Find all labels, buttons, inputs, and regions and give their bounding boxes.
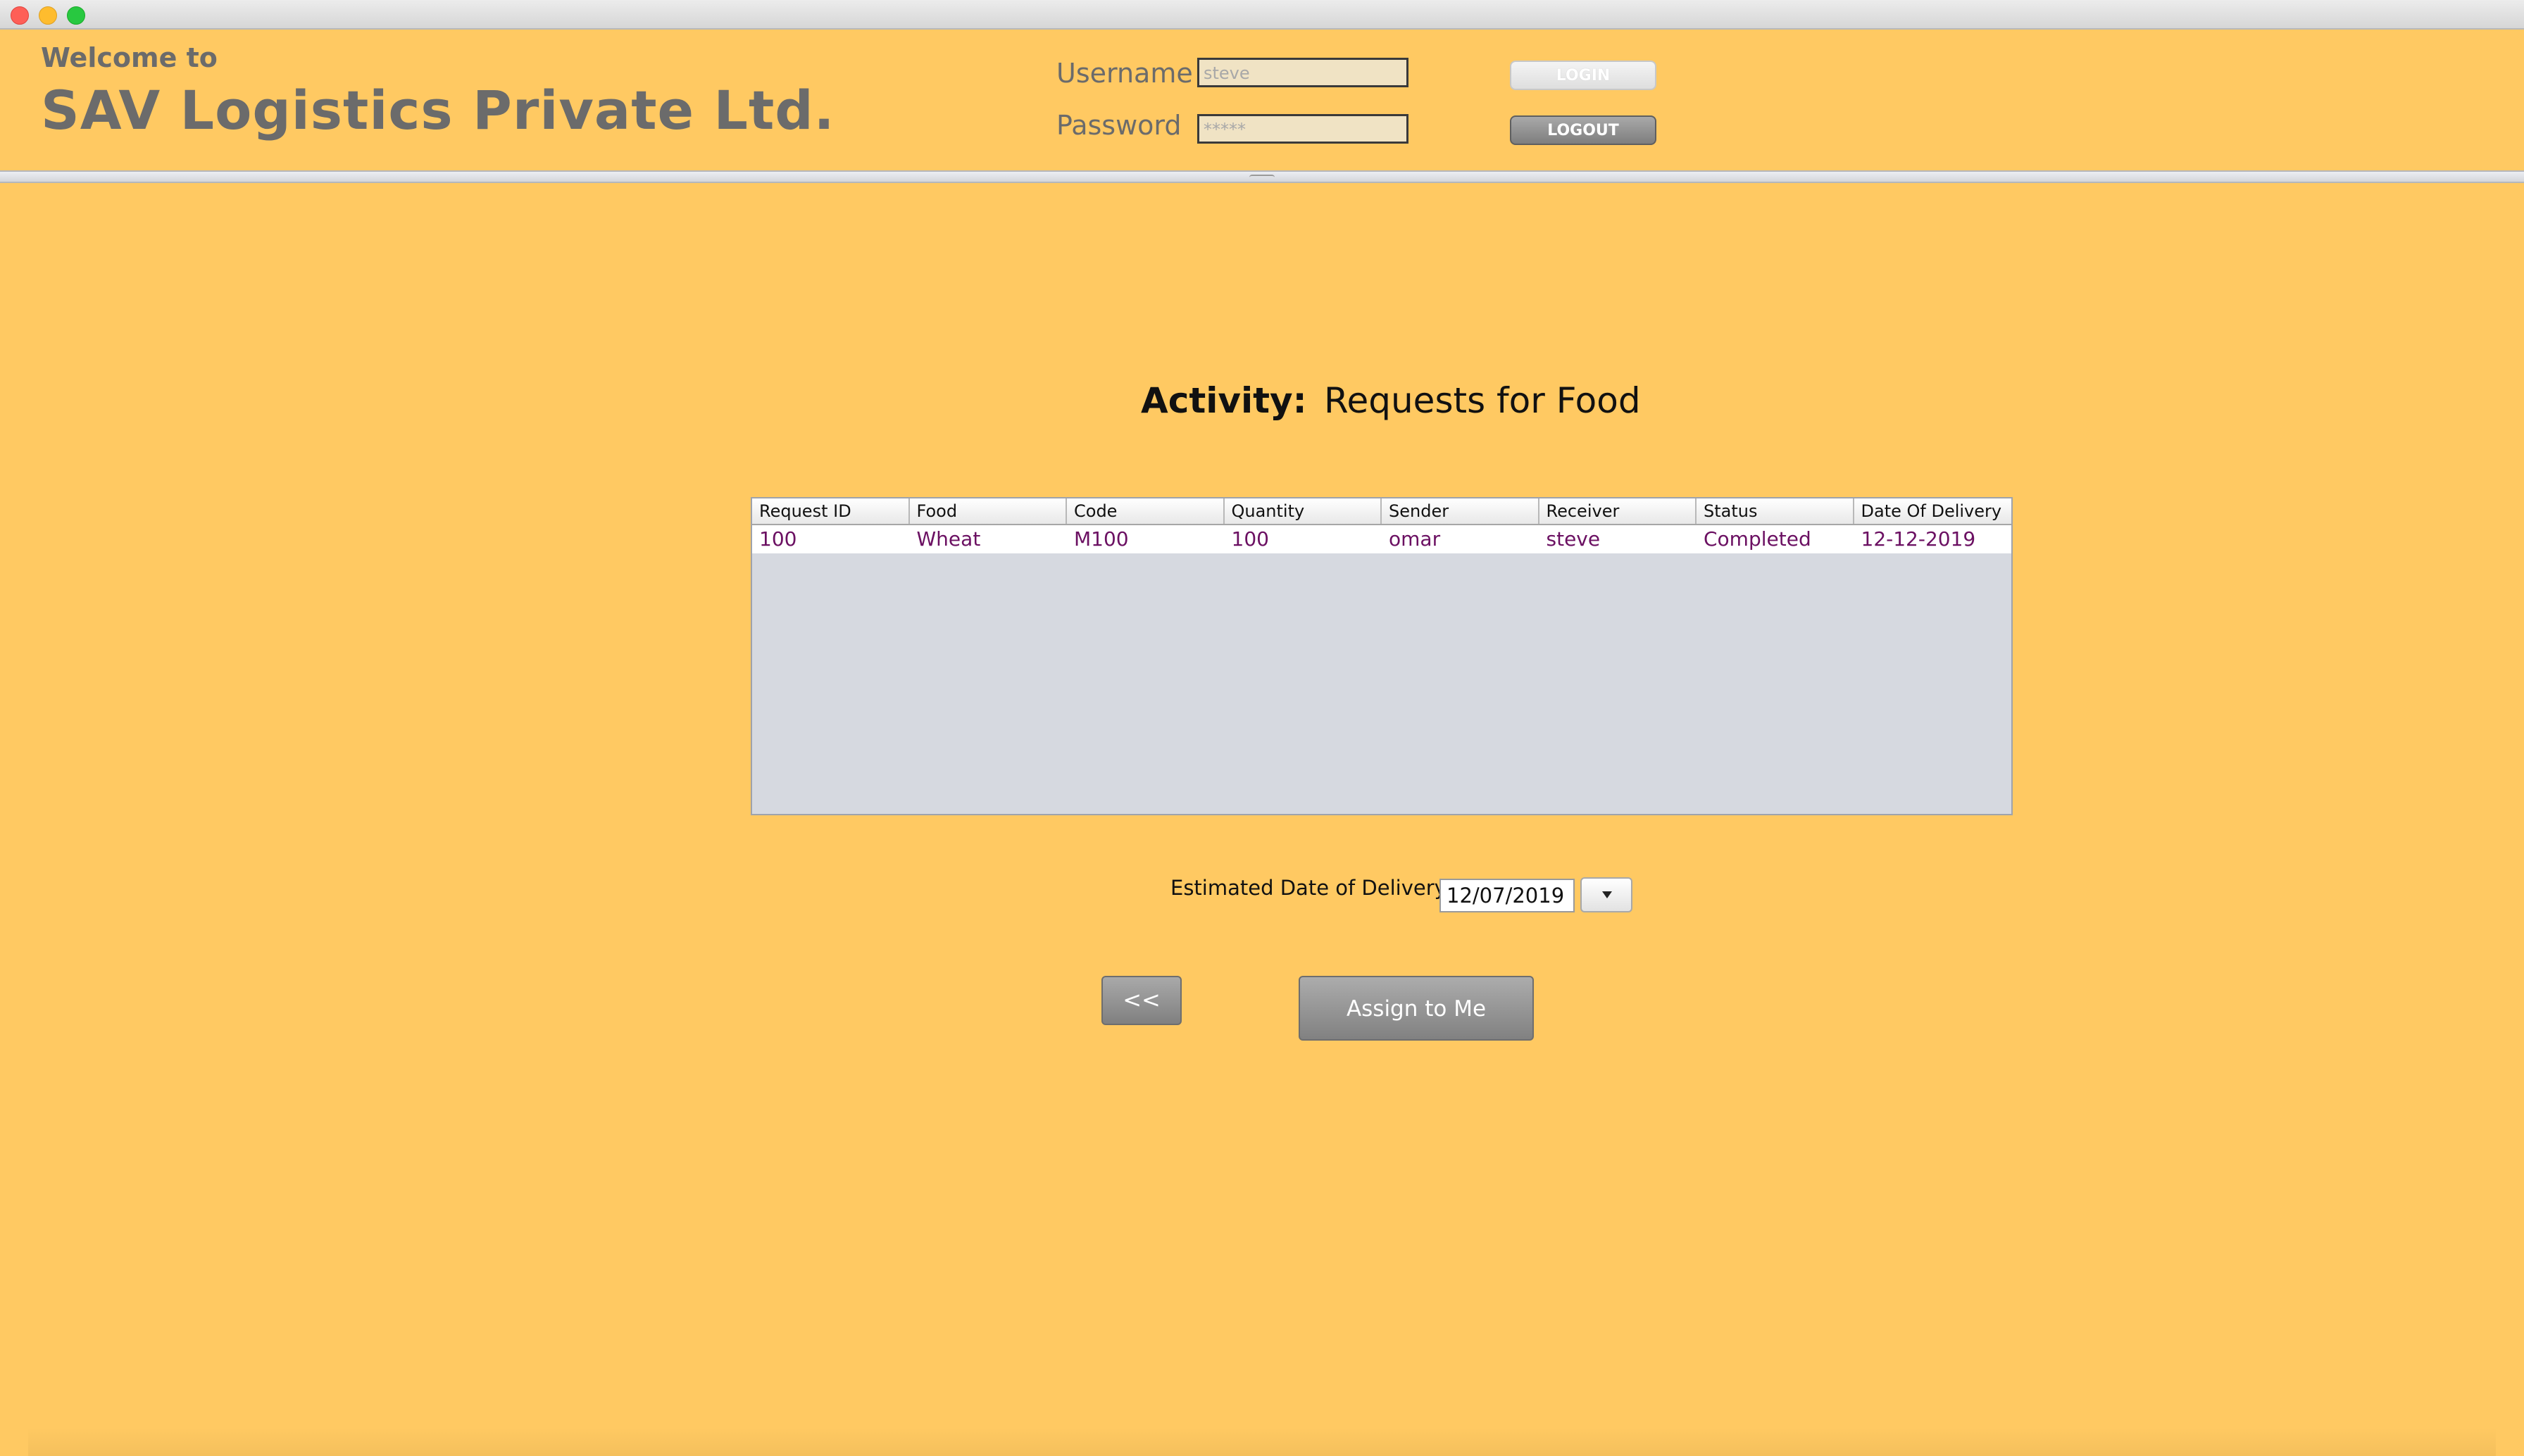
- cell-date-of-delivery[interactable]: 12-12-2019: [1854, 525, 2012, 553]
- header-panel: Welcome to SAV Logistics Private Ltd. Us…: [0, 30, 2524, 170]
- split-pane-divider[interactable]: [0, 170, 2524, 183]
- back-button[interactable]: <<: [1101, 976, 1182, 1025]
- table-header: Request ID Food Code Quantity Sender Rec…: [752, 498, 2011, 525]
- divider-grip-icon[interactable]: [1249, 175, 1275, 180]
- window-bottom-edge: [28, 1428, 2496, 1456]
- password-field[interactable]: *****: [1197, 114, 1408, 144]
- password-label: Password: [1056, 110, 1182, 141]
- activity-label: Activity:: [1141, 380, 1307, 421]
- minimize-window-button[interactable]: [39, 6, 57, 25]
- column-header-date-of-delivery[interactable]: Date Of Delivery: [1854, 498, 2012, 524]
- app-window: Welcome to SAV Logistics Private Ltd. Us…: [0, 0, 2524, 1456]
- delivery-date-label: Estimated Date of Delivery: [1170, 876, 1447, 900]
- close-window-button[interactable]: [11, 6, 29, 25]
- maximize-window-button[interactable]: [67, 6, 85, 25]
- username-field[interactable]: steve: [1197, 58, 1408, 87]
- delivery-date-field[interactable]: 12/07/2019: [1439, 879, 1575, 912]
- cell-sender[interactable]: omar: [1382, 525, 1539, 553]
- username-label: Username: [1056, 58, 1193, 89]
- cell-food[interactable]: Wheat: [910, 525, 1068, 553]
- column-header-request-id[interactable]: Request ID: [752, 498, 910, 524]
- cell-quantity[interactable]: 100: [1225, 525, 1382, 553]
- cell-status[interactable]: Completed: [1697, 525, 1854, 553]
- date-picker-button[interactable]: [1580, 877, 1632, 912]
- assign-to-me-button[interactable]: Assign to Me: [1299, 976, 1534, 1041]
- activity-title: Requests for Food: [1324, 380, 1641, 421]
- column-header-sender[interactable]: Sender: [1382, 498, 1539, 524]
- requests-table[interactable]: Request ID Food Code Quantity Sender Rec…: [751, 497, 2013, 815]
- login-button[interactable]: LOGIN: [1510, 61, 1656, 90]
- table-row[interactable]: 100 Wheat M100 100 omar steve Completed …: [752, 525, 2011, 553]
- column-header-receiver[interactable]: Receiver: [1539, 498, 1697, 524]
- company-name: SAV Logistics Private Ltd.: [41, 79, 835, 142]
- cell-request-id[interactable]: 100: [752, 525, 910, 553]
- cell-receiver[interactable]: steve: [1539, 525, 1697, 553]
- column-header-quantity[interactable]: Quantity: [1225, 498, 1382, 524]
- title-bar: [0, 0, 2524, 30]
- column-header-food[interactable]: Food: [910, 498, 1067, 524]
- logout-button[interactable]: LOGOUT: [1510, 115, 1656, 145]
- dropdown-arrow-icon: [1602, 891, 1612, 898]
- cell-code[interactable]: M100: [1067, 525, 1225, 553]
- column-header-status[interactable]: Status: [1697, 498, 1854, 524]
- welcome-text: Welcome to: [41, 42, 218, 73]
- column-header-code[interactable]: Code: [1067, 498, 1225, 524]
